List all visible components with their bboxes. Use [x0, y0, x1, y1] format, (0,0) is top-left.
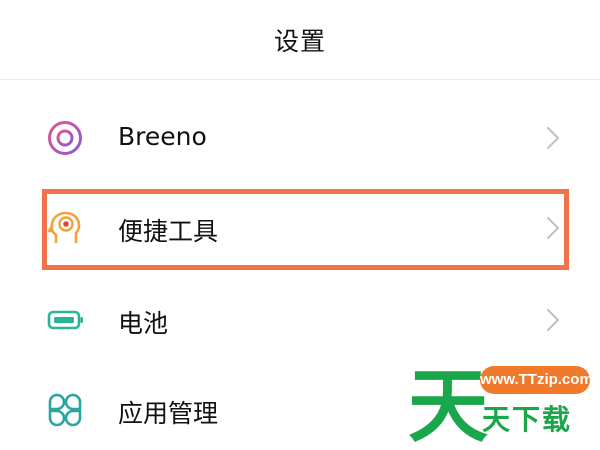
settings-screen: 设置 Breeno 便捷工具 电池 应用管理 天 www.TTzip.com 天… — [0, 0, 600, 450]
watermark: 天 www.TTzip.com 天下载 — [408, 358, 598, 450]
app-grid-icon — [46, 391, 84, 429]
header-bar: 设置 — [0, 0, 600, 80]
chevron-right-icon — [543, 307, 563, 333]
settings-item-battery[interactable]: 电池 — [0, 274, 600, 364]
chevron-right-icon — [543, 215, 563, 241]
settings-item-convenience-tools[interactable]: 便捷工具 — [0, 182, 600, 272]
chevron-right-icon — [543, 125, 563, 151]
head-gear-icon — [46, 209, 84, 247]
settings-item-label: Breeno — [118, 122, 207, 151]
watermark-text: 天下载 — [482, 403, 573, 436]
watermark-url: www.TTzip.com — [480, 366, 593, 394]
breeno-ring-icon — [46, 119, 84, 157]
page-title: 设置 — [273, 27, 326, 56]
settings-item-label: 应用管理 — [118, 399, 219, 428]
settings-item-label: 便捷工具 — [118, 217, 219, 246]
watermark-logo-char: 天 — [408, 360, 488, 448]
settings-item-label: 电池 — [118, 309, 169, 338]
settings-item-breeno[interactable]: Breeno — [0, 92, 600, 182]
battery-icon — [46, 301, 84, 339]
